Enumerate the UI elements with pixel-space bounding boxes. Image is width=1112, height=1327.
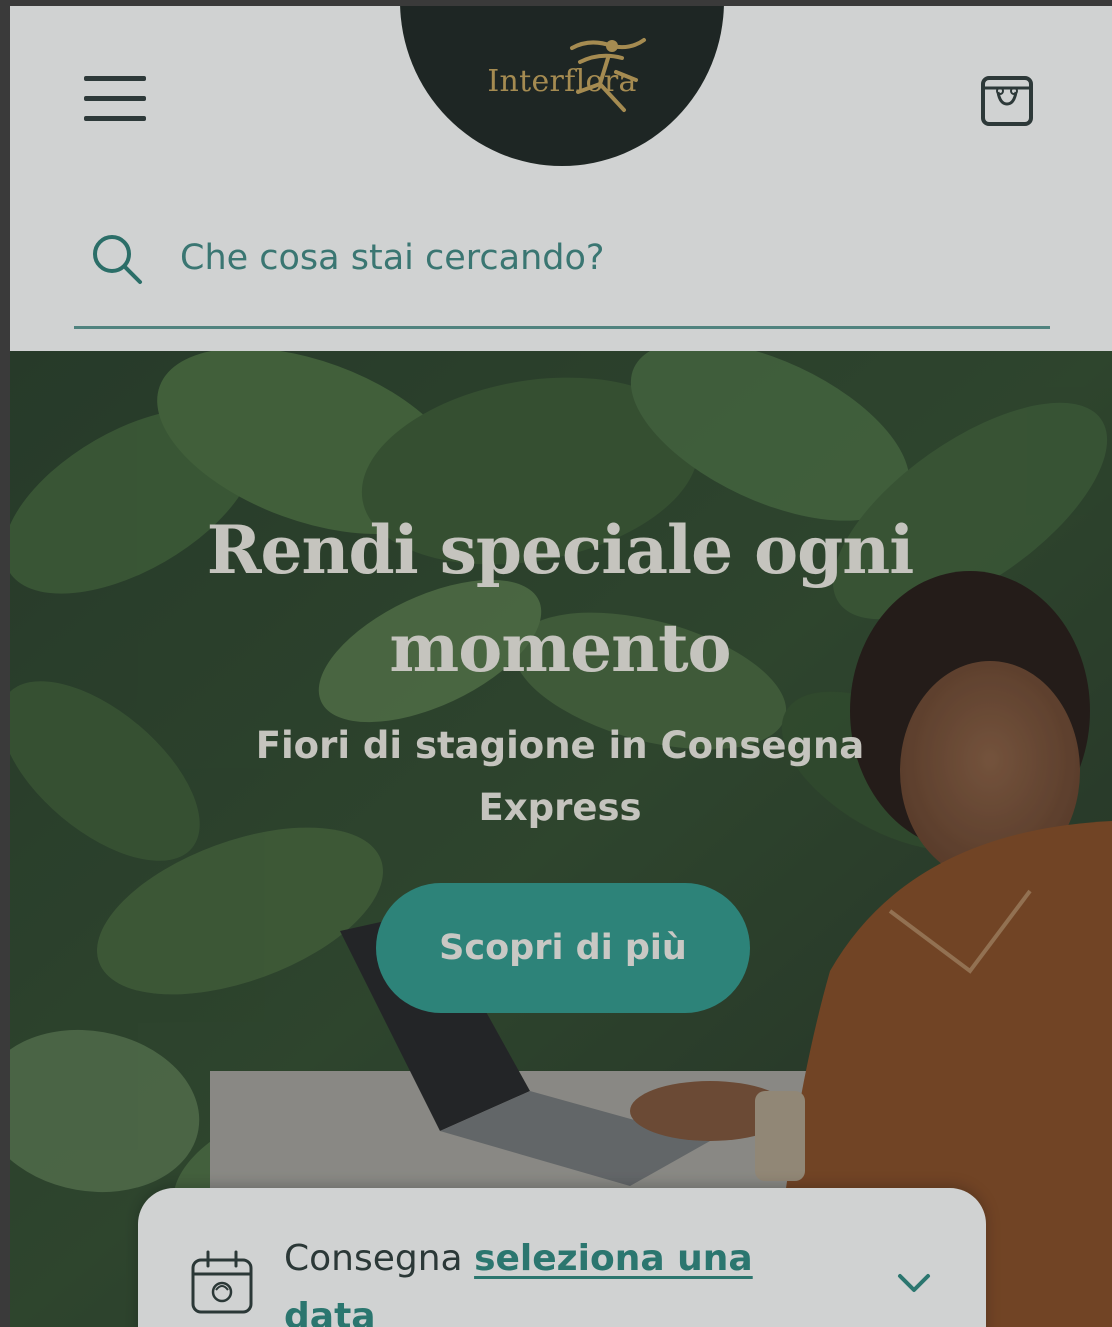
- brand-logo[interactable]: Interflora: [400, 6, 724, 166]
- menu-line: [84, 76, 146, 81]
- menu-button[interactable]: [80, 70, 150, 126]
- delivery-prefix: Consegna: [284, 1238, 463, 1279]
- discover-more-button[interactable]: Scopri di più: [376, 883, 750, 1013]
- brand-name: Interflora: [487, 64, 637, 99]
- hero-banner: Rendi speciale ogni momento Fiori di sta…: [10, 351, 1112, 1327]
- search-bar: [74, 220, 1050, 329]
- hero-title: Rendi speciale ogni momento: [206, 511, 915, 687]
- shopping-bag-icon: [981, 76, 1033, 126]
- cart-button[interactable]: [978, 72, 1036, 128]
- menu-line: [84, 116, 146, 121]
- delivery-label: Consegna seleziona una data: [284, 1230, 844, 1327]
- search-input[interactable]: [180, 230, 1020, 286]
- calendar-icon: [191, 1250, 253, 1314]
- site-header: Interflora: [10, 6, 1112, 351]
- search-icon[interactable]: [88, 230, 144, 286]
- menu-line: [84, 96, 146, 101]
- chevron-down-icon[interactable]: [894, 1268, 934, 1298]
- hero-image: [10, 351, 1112, 1327]
- app-frame: Interflora Che cosa stai cercando? Rendi…: [10, 6, 1112, 1327]
- delivery-date-selector[interactable]: Consegna seleziona una data: [138, 1188, 986, 1327]
- hero-subtitle: Fiori di stagione in Consegna Express: [255, 724, 865, 829]
